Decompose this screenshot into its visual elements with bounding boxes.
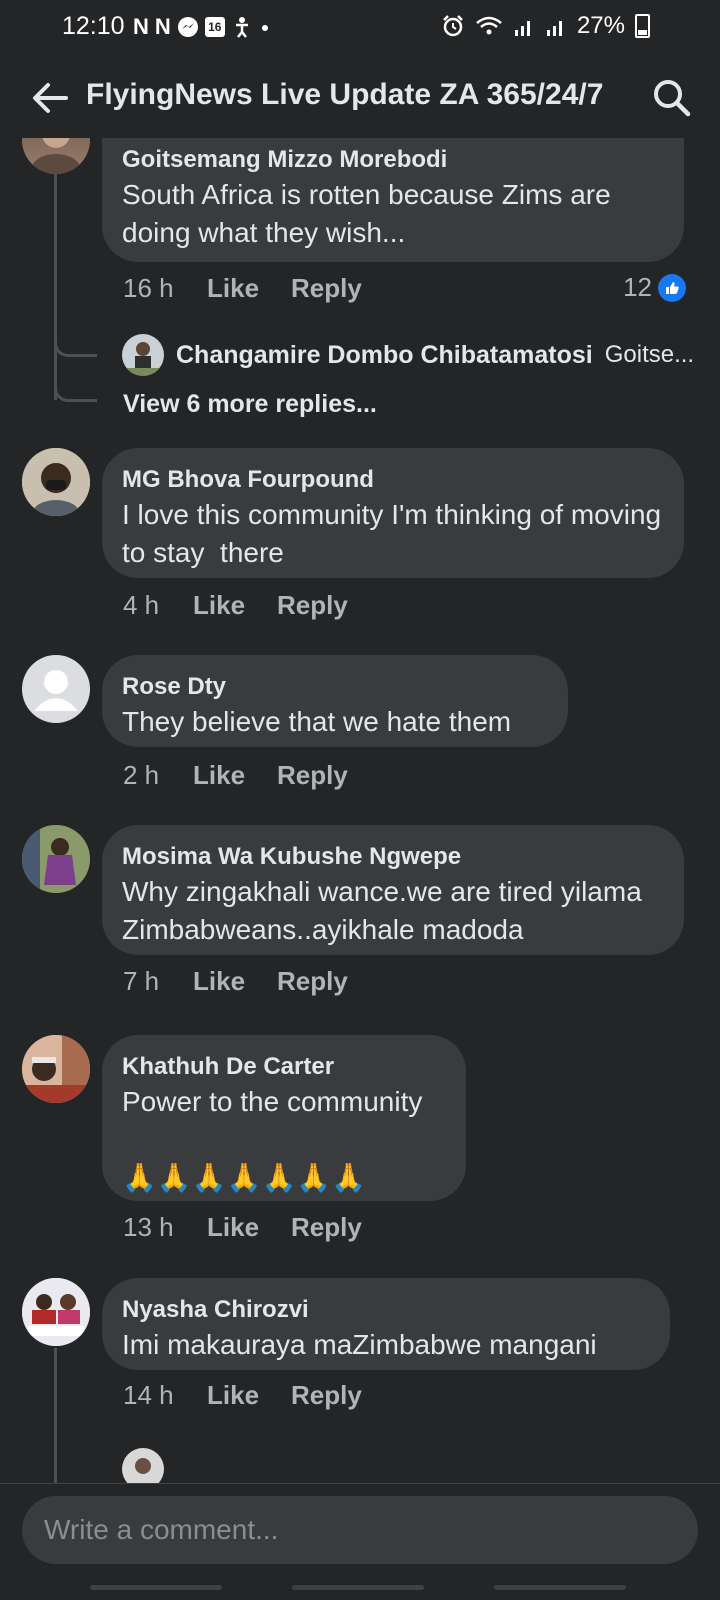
comment-bubble[interactable]: Khathuh De Carter Power to the community… [102, 1035, 466, 1201]
accessibility-icon [235, 17, 248, 38]
comment-time[interactable]: 7 h [123, 966, 193, 997]
reply-button[interactable]: Reply [277, 590, 348, 621]
like-button[interactable]: Like [193, 590, 277, 621]
messenger-icon [177, 17, 198, 37]
comment-time[interactable]: 13 h [123, 1212, 207, 1243]
avatar[interactable] [22, 138, 90, 174]
nav-recents-handle[interactable] [90, 1585, 222, 1590]
avatar[interactable] [22, 1278, 90, 1346]
avatar[interactable] [122, 334, 164, 376]
comment-composer [0, 1483, 720, 1574]
reply-author[interactable]: Changamire Dombo Chibatamatosi [176, 341, 593, 370]
system-nav-bar [0, 1573, 720, 1600]
thread-line [54, 174, 57, 400]
comment-author[interactable]: Mosima Wa Kubushe Ngwepe [122, 841, 664, 873]
notification-icons: N N 16 [133, 14, 271, 40]
calendar-icon: 16 [204, 17, 225, 37]
like-button[interactable]: Like [193, 966, 277, 997]
signal-icon [514, 21, 530, 36]
comment-bubble[interactable]: Rose Dty They believe that we hate them [102, 655, 568, 747]
wifi-icon [476, 16, 502, 35]
comment-actions: 14 h Like Reply [123, 1380, 362, 1411]
comment-text: Power to the community 🙏🙏🙏🙏🙏🙏🙏 [122, 1086, 423, 1193]
comment-actions: 2 h Like Reply [123, 760, 348, 791]
like-button[interactable]: Like [207, 1380, 291, 1411]
reaction-count: 12 [623, 272, 652, 302]
back-button[interactable] [28, 76, 72, 120]
reply-button[interactable]: Reply [291, 273, 362, 304]
comment-time[interactable]: 4 h [123, 590, 193, 621]
avatar[interactable] [22, 825, 90, 893]
avatar[interactable] [22, 1035, 90, 1103]
like-button[interactable]: Like [207, 1212, 291, 1243]
signal-icon [546, 21, 562, 36]
netflix-icon: N [154, 14, 171, 39]
comment-author[interactable]: Khathuh De Carter [122, 1051, 446, 1083]
comments-list: Goitsemang Mizzo Morebodi South Africa i… [0, 138, 720, 1483]
comment-actions: 7 h Like Reply [123, 966, 348, 997]
comment-text: Imi makauraya maZimbabwe mangani [122, 1329, 597, 1360]
arrow-left-icon [33, 83, 68, 113]
comment-actions: 16 h Like Reply [123, 273, 362, 304]
comment-text: South Africa is rotten because Zims are … [122, 179, 619, 248]
battery-percent: 27% [576, 12, 625, 39]
comment-time[interactable]: 16 h [123, 273, 207, 304]
nav-home-handle[interactable] [292, 1585, 424, 1590]
reply-branch [54, 381, 97, 402]
status-bar: 12:10 N N 16 27% [0, 0, 720, 54]
thumbs-up-icon [658, 273, 686, 302]
reply-button[interactable]: Reply [291, 1212, 362, 1243]
like-button[interactable]: Like [193, 760, 277, 791]
comment-text: I love this community I'm thinking of mo… [122, 499, 669, 568]
reply-branch [54, 336, 97, 357]
page-title: FlyingNews Live Update ZA 365/24/7 [86, 78, 604, 111]
thread-line [54, 1348, 57, 1483]
comment-bubble[interactable]: MG Bhova Fourpound I love this community… [102, 448, 684, 578]
avatar[interactable] [22, 448, 90, 516]
reply-text: Goitse... [604, 341, 695, 368]
comment-bubble[interactable]: Mosima Wa Kubushe Ngwepe Why zingakhali … [102, 825, 684, 955]
comment-text: They believe that we hate them [122, 706, 512, 737]
comment-time[interactable]: 2 h [123, 760, 193, 791]
search-icon [654, 80, 691, 117]
comment-actions: 4 h Like Reply [123, 590, 348, 621]
netflix-icon: N [133, 14, 149, 39]
comment-text: Why zingakhali wance.we are tired yilama… [122, 876, 650, 945]
reply-button[interactable]: Reply [277, 966, 348, 997]
avatar[interactable] [22, 655, 90, 723]
reply-preview[interactable]: Changamire Dombo Chibatamatosi Goitse... [122, 334, 694, 376]
comment-time[interactable]: 14 h [123, 1380, 207, 1411]
like-button[interactable]: Like [207, 273, 291, 304]
nav-back-handle[interactable] [494, 1585, 626, 1590]
status-time: 12:10 [62, 12, 125, 40]
comment-input[interactable] [22, 1496, 698, 1564]
comment-bubble[interactable]: Goitsemang Mizzo Morebodi South Africa i… [102, 138, 684, 262]
comment-author[interactable]: MG Bhova Fourpound [122, 464, 664, 496]
comment-bubble[interactable]: Nyasha Chirozvi Imi makauraya maZimbabwe… [102, 1278, 670, 1370]
comment-author[interactable]: Nyasha Chirozvi [122, 1294, 650, 1326]
battery-icon [635, 14, 650, 38]
reaction-summary[interactable]: 12 [623, 272, 686, 303]
dot-icon [261, 25, 268, 31]
top-app-bar: FlyingNews Live Update ZA 365/24/7 [0, 56, 720, 138]
comment-author[interactable]: Rose Dty [122, 671, 548, 703]
reply-button[interactable]: Reply [277, 760, 348, 791]
reply-button[interactable]: Reply [291, 1380, 362, 1411]
view-more-replies[interactable]: View 6 more replies... [123, 390, 377, 419]
search-button[interactable] [650, 76, 692, 118]
comment-actions: 13 h Like Reply [123, 1212, 362, 1243]
comment-author[interactable]: Goitsemang Mizzo Morebodi [122, 144, 664, 176]
system-icons: 27% [441, 12, 650, 40]
avatar[interactable] [122, 1448, 164, 1483]
alarm-icon [443, 15, 463, 37]
